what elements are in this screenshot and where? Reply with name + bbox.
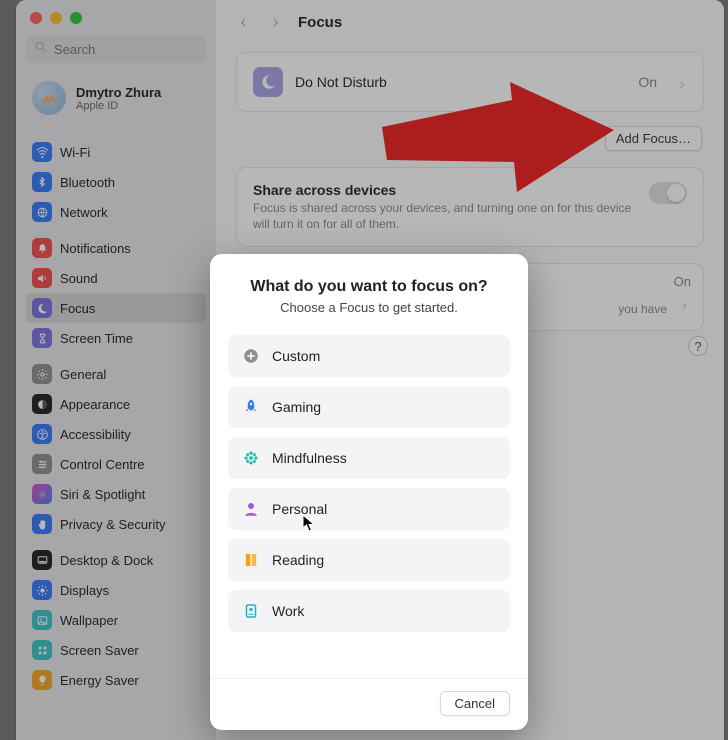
add-focus-dialog: What do you want to focus on? Choose a F… <box>210 254 528 730</box>
focus-option-gaming[interactable]: Gaming <box>228 386 510 428</box>
book-icon <box>242 551 260 569</box>
focus-option-label: Custom <box>272 348 320 364</box>
focus-option-label: Work <box>272 603 304 619</box>
dialog-subtitle: Choose a Focus to get started. <box>228 300 510 315</box>
dialog-footer: Cancel <box>210 678 528 716</box>
focus-option-label: Personal <box>272 501 327 517</box>
badge-icon <box>242 602 260 620</box>
cancel-button[interactable]: Cancel <box>440 691 510 716</box>
dialog-title: What do you want to focus on? <box>228 278 510 296</box>
plus-icon <box>242 347 260 365</box>
person-icon <box>242 500 260 518</box>
focus-option-reading[interactable]: Reading <box>228 539 510 581</box>
mindfulness-icon <box>242 449 260 467</box>
focus-option-label: Gaming <box>272 399 321 415</box>
focus-option-personal[interactable]: Personal <box>228 488 510 530</box>
focus-option-label: Mindfulness <box>272 450 347 466</box>
focus-option-mindfulness[interactable]: Mindfulness <box>228 437 510 479</box>
focus-option-work[interactable]: Work <box>228 590 510 632</box>
focus-option-custom[interactable]: Custom <box>228 335 510 377</box>
focus-option-label: Reading <box>272 552 324 568</box>
rocket-icon <box>242 398 260 416</box>
